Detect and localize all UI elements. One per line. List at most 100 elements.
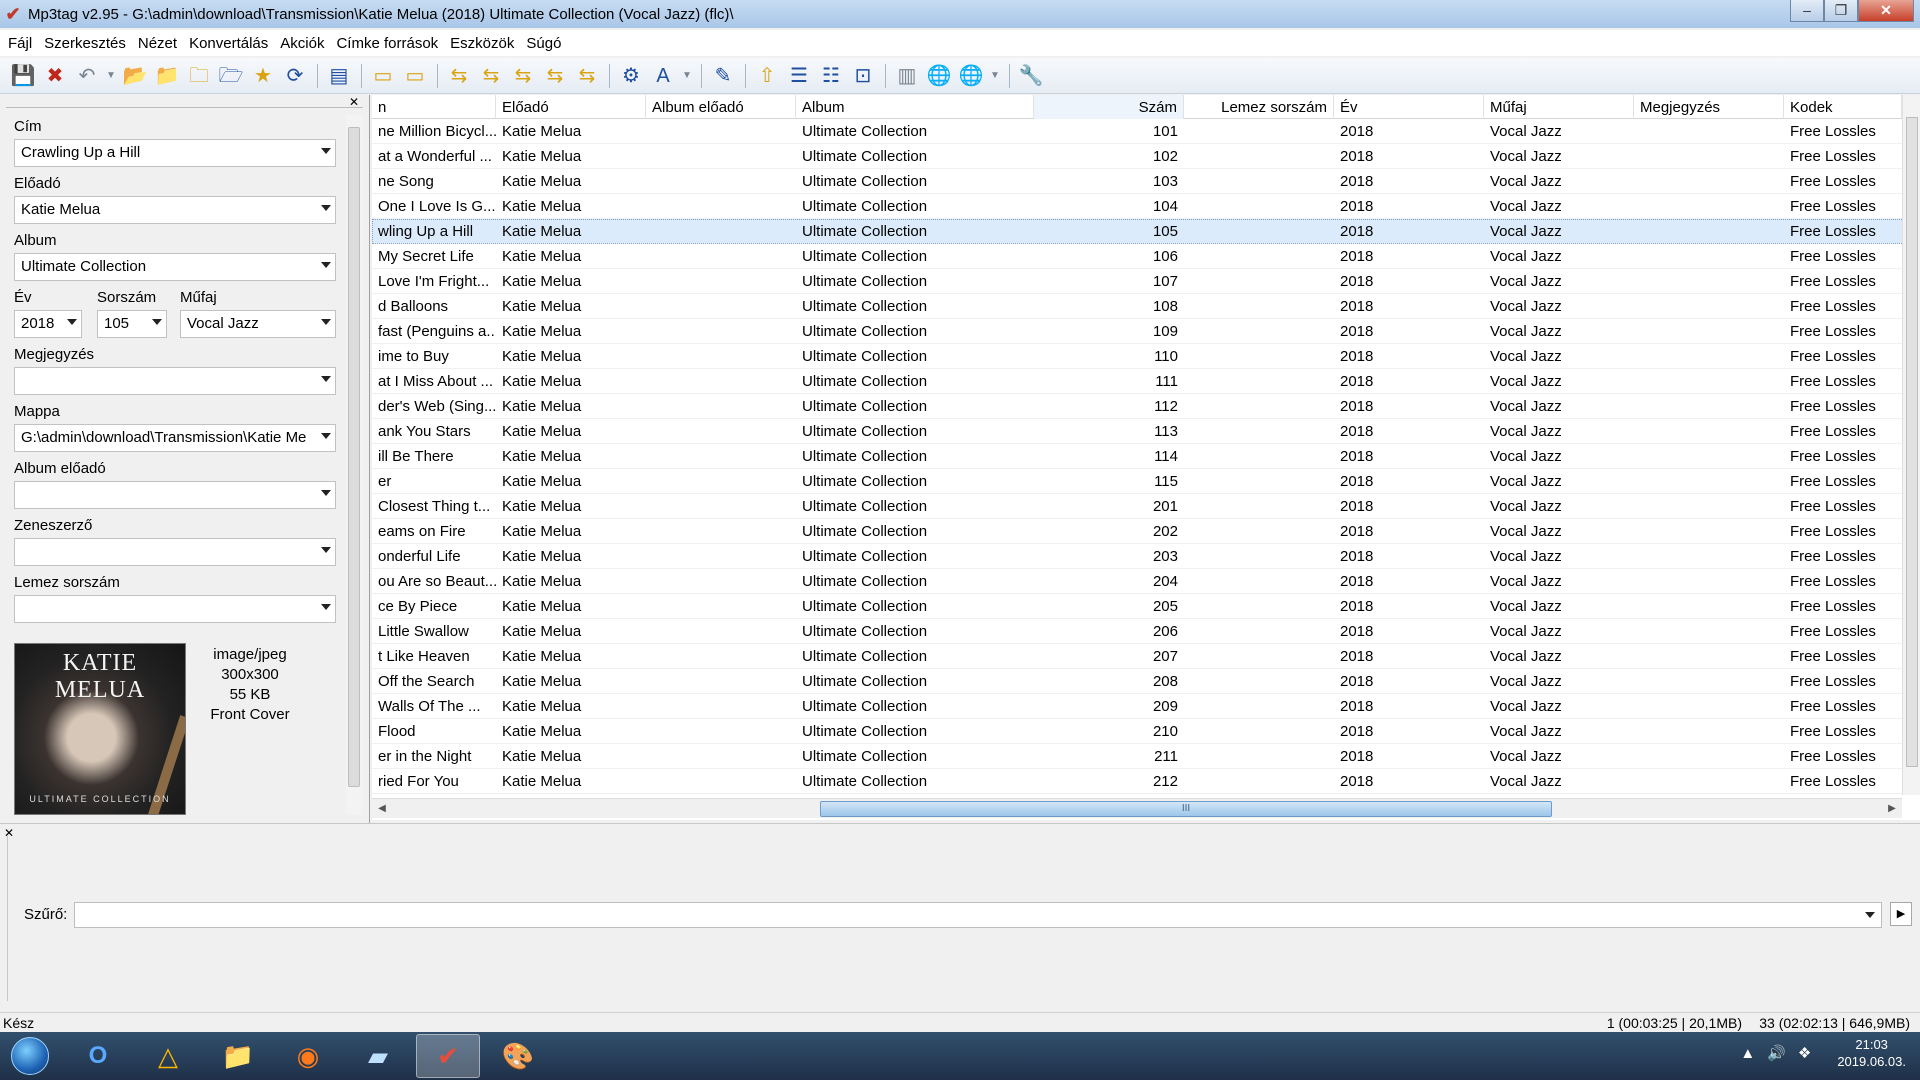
favorites-folder-icon[interactable]: 🗁 xyxy=(216,61,246,91)
chevron-down-icon[interactable] xyxy=(321,376,331,382)
tag-to-filename-icon[interactable]: ▭ xyxy=(368,61,398,91)
table-row[interactable]: at I Miss About ... Katie Melua Ultimate C… xyxy=(372,369,1920,394)
table-row[interactable]: d Balloons Katie Melua Ultimate Collection… xyxy=(372,294,1920,319)
quick-actions-icon[interactable]: ⇆ xyxy=(572,61,602,91)
menu-file[interactable]: Fájl xyxy=(2,35,38,52)
playlist-icon[interactable]: ☰ xyxy=(784,61,814,91)
file-explorer-icon[interactable]: 📁 xyxy=(206,1034,270,1078)
year-field[interactable]: 2018 xyxy=(14,310,82,338)
filter-apply-button[interactable]: ▶ xyxy=(1890,902,1912,926)
menu-tag-sources[interactable]: Címke források xyxy=(330,35,444,52)
undo-dropdown-icon[interactable]: ▼ xyxy=(104,61,118,91)
auto-numbering-icon[interactable]: ⚙ xyxy=(616,61,646,91)
table-row[interactable]: Off the Search Katie Melua Ultimate Collec… xyxy=(372,669,1920,694)
table-row[interactable]: ne Million Bicycl... Katie Melua Ultimate … xyxy=(372,119,1920,144)
column-header-genre[interactable]: Műfaj xyxy=(1484,95,1634,119)
case-conversion-icon[interactable]: A xyxy=(648,61,678,91)
minimize-button[interactable]: – xyxy=(1790,0,1824,22)
table-row[interactable]: ime to Buy Katie Melua Ultimate Collection… xyxy=(372,344,1920,369)
save-icon[interactable]: 💾 xyxy=(8,61,38,91)
outlook-icon[interactable]: O xyxy=(66,1034,130,1078)
chevron-down-icon[interactable] xyxy=(321,262,331,268)
chevron-down-icon[interactable] xyxy=(321,433,331,439)
table-row[interactable]: eams on Fire Katie Melua Ultimate Collecti… xyxy=(372,519,1920,544)
column-header-artist[interactable]: Előadó xyxy=(496,95,646,119)
chevron-down-icon[interactable] xyxy=(321,148,331,154)
menu-help[interactable]: Súgó xyxy=(520,35,567,52)
change-directory-icon[interactable]: 📂 xyxy=(120,61,150,91)
artist-field[interactable]: Katie Melua xyxy=(14,196,336,224)
refresh-icon[interactable]: ⟳ xyxy=(280,61,310,91)
actions-icon[interactable]: ⇆ xyxy=(540,61,570,91)
show-hidden-icons-icon[interactable]: ▲ xyxy=(1740,1045,1755,1062)
notepad-icon[interactable]: ▰ xyxy=(346,1034,410,1078)
table-row[interactable]: ne Song Katie Melua Ultimate Collection 103… xyxy=(372,169,1920,194)
table-row[interactable]: at a Wonderful ... Katie Melua Ultimate Co… xyxy=(372,144,1920,169)
tag-sources-icon[interactable]: 🌐 xyxy=(956,61,986,91)
mp3tag-app-icon[interactable]: ✔ xyxy=(2,3,24,25)
file-list-vertical-scrollbar[interactable] xyxy=(1902,95,1920,795)
table-row[interactable]: er Katie Melua Ultimate Collection 115 2018 V… xyxy=(372,469,1920,494)
track-field[interactable]: 105 xyxy=(97,310,167,338)
file-list-horizontal-scrollbar[interactable]: ◀ III ▶ xyxy=(372,798,1902,818)
table-row[interactable]: ill Be There Katie Melua Ultimate Collecti… xyxy=(372,444,1920,469)
chevron-down-icon[interactable] xyxy=(321,604,331,610)
album-cover-image[interactable]: KATIE MELUA ULTIMATE COLLECTION xyxy=(14,643,186,815)
chevron-down-icon[interactable] xyxy=(67,319,77,325)
table-row[interactable]: Flood Katie Melua Ultimate Collection 210 20… xyxy=(372,719,1920,744)
maximize-button[interactable]: ❐ xyxy=(1824,0,1858,22)
disc-number-field[interactable] xyxy=(14,595,336,623)
column-header-comment[interactable]: Megjegyzés xyxy=(1634,95,1784,119)
table-row[interactable]: Walls Of The ... Katie Melua Ultimate Coll… xyxy=(372,694,1920,719)
text-file-to-tag-icon[interactable]: ⇆ xyxy=(476,61,506,91)
table-row[interactable]: er in the Night Katie Melua Ultimate Colle… xyxy=(372,744,1920,769)
filter-input[interactable] xyxy=(74,902,1882,928)
table-row[interactable]: ried For You Katie Melua Ultimate Collecti… xyxy=(372,769,1920,794)
table-row[interactable]: ou Are so Beaut... Katie Melua Ultimate Co… xyxy=(372,569,1920,594)
scroll-right-icon[interactable]: ▶ xyxy=(1884,801,1900,817)
composer-field[interactable] xyxy=(14,538,336,566)
tag-sources-dropdown-icon[interactable]: ▼ xyxy=(988,61,1002,91)
report-icon[interactable]: ⊡ xyxy=(848,61,878,91)
dropbox-icon[interactable]: ❖ xyxy=(1798,1044,1811,1062)
web-sources-icon[interactable]: 🌐 xyxy=(924,61,954,91)
column-header-album-artist[interactable]: Album előadó xyxy=(646,95,796,119)
close-button[interactable]: ✕ xyxy=(1858,0,1914,22)
tag-panel-scrollbar-thumb[interactable] xyxy=(348,127,360,787)
menu-view[interactable]: Nézet xyxy=(132,35,183,52)
freedb-icon[interactable]: ▥ xyxy=(892,61,922,91)
column-header-track[interactable]: Szám xyxy=(1034,95,1184,119)
paint-icon[interactable]: 🎨 xyxy=(486,1034,550,1078)
tag-to-tag-icon[interactable]: ⇆ xyxy=(444,61,474,91)
genre-field[interactable]: Vocal Jazz xyxy=(180,310,336,338)
table-row[interactable]: One I Love Is G... Katie Melua Ultimate Co… xyxy=(372,194,1920,219)
column-header-album[interactable]: Album xyxy=(796,95,1034,119)
menu-edit[interactable]: Szerkesztés xyxy=(38,35,132,52)
firefox-icon[interactable]: ◉ xyxy=(276,1034,340,1078)
tag-panel-scrollbar[interactable] xyxy=(346,115,362,815)
chevron-down-icon[interactable] xyxy=(321,547,331,553)
filter-close-icon[interactable]: ✕ xyxy=(4,826,14,840)
undo-icon[interactable]: ↶ xyxy=(72,61,102,91)
text-export-icon[interactable]: ☷ xyxy=(816,61,846,91)
column-header-title[interactable]: n xyxy=(372,95,496,119)
table-row[interactable]: Love I'm Fright... Katie Melua Ultimate Co… xyxy=(372,269,1920,294)
comment-field[interactable] xyxy=(14,367,336,395)
menu-convert[interactable]: Konvertálás xyxy=(183,35,274,52)
scroll-left-icon[interactable]: ◀ xyxy=(374,801,390,817)
table-row[interactable]: wling Up a Hill Katie Melua Ultimate Colle… xyxy=(372,219,1920,244)
title-field[interactable]: Crawling Up a Hill xyxy=(14,139,336,167)
column-header-year[interactable]: Év xyxy=(1334,95,1484,119)
extended-tags-icon[interactable]: ▤ xyxy=(324,61,354,91)
chevron-down-icon[interactable] xyxy=(321,205,331,211)
format-value-icon[interactable]: ⇆ xyxy=(508,61,538,91)
chevron-down-icon[interactable] xyxy=(321,319,331,325)
chevron-down-icon[interactable] xyxy=(1865,912,1875,918)
table-row[interactable]: My Secret Life Katie Melua Ultimate Collec… xyxy=(372,244,1920,269)
filename-to-tag-icon[interactable]: ▭ xyxy=(400,61,430,91)
column-header-codec[interactable]: Kodek xyxy=(1784,95,1902,119)
favorites-icon[interactable]: ★ xyxy=(248,61,278,91)
table-row[interactable]: Closest Thing t... Katie Melua Ultimate Co… xyxy=(372,494,1920,519)
export-icon[interactable]: ⇧ xyxy=(752,61,782,91)
chevron-down-icon[interactable] xyxy=(321,490,331,496)
